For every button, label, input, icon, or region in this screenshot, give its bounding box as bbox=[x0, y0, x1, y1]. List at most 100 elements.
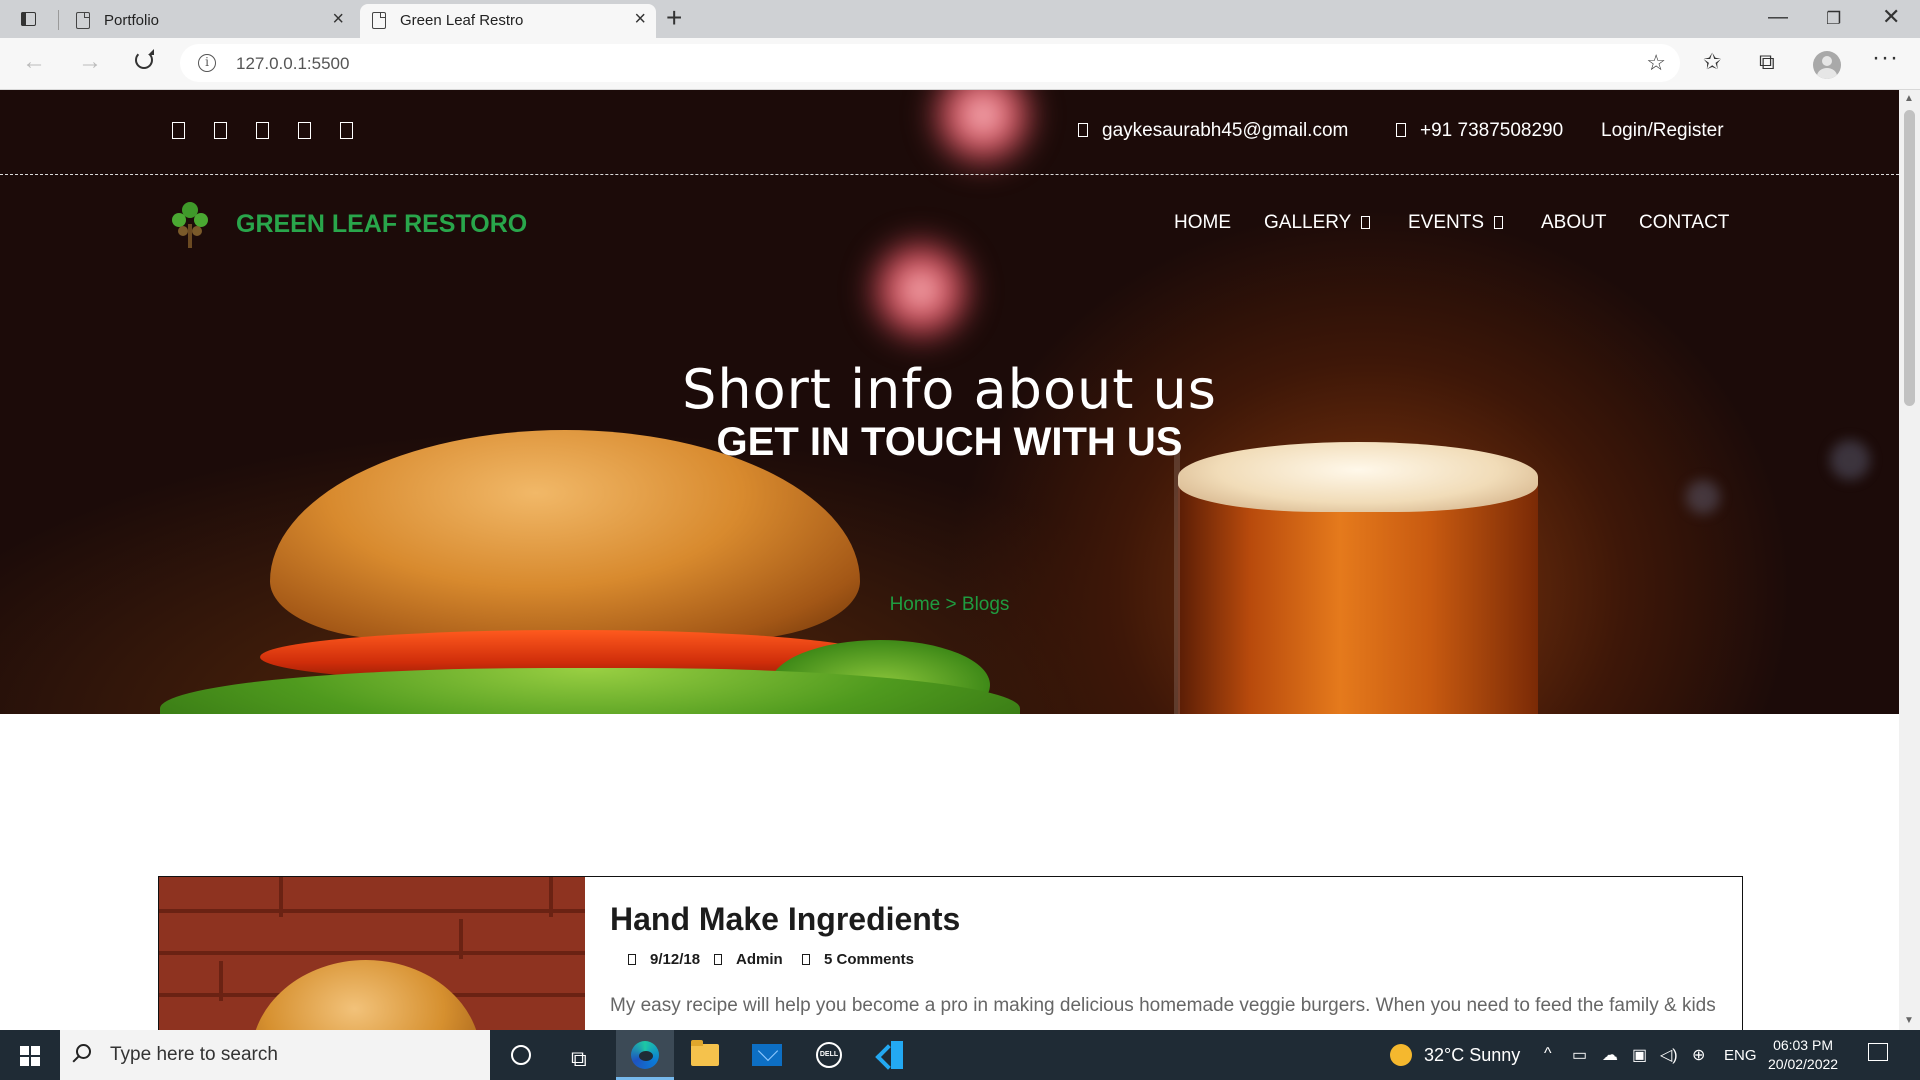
windows-start-icon[interactable] bbox=[20, 1046, 40, 1066]
battery-icon[interactable]: ▭ bbox=[1572, 1045, 1587, 1065]
twitter-icon[interactable] bbox=[214, 122, 227, 139]
mail-icon bbox=[752, 1044, 782, 1066]
address-bar: ← → i 127.0.0.1:5500 ☆ ✩ ⧉ ··· bbox=[0, 38, 1920, 90]
language-indicator[interactable]: ENG bbox=[1724, 1047, 1757, 1064]
nav-events-label[interactable]: EVENTS bbox=[1408, 212, 1484, 233]
nav-events[interactable]: EVENTS bbox=[1408, 212, 1504, 234]
scroll-up-icon[interactable]: ▲ bbox=[1904, 93, 1914, 104]
phone-link[interactable]: +91 7387508290 bbox=[1396, 120, 1563, 142]
onedrive-icon[interactable]: ☁ bbox=[1602, 1045, 1618, 1065]
tab-actions-icon[interactable] bbox=[18, 9, 38, 29]
site-info-icon[interactable]: i bbox=[198, 54, 216, 72]
restore-icon[interactable]: ❐ bbox=[1826, 9, 1841, 29]
nav-contact[interactable]: CONTACT bbox=[1639, 212, 1729, 234]
network-icon[interactable]: ⊕ bbox=[1692, 1045, 1705, 1065]
folder-icon bbox=[691, 1040, 719, 1066]
chevron-down-icon bbox=[1361, 216, 1371, 229]
mail-taskbar-app[interactable] bbox=[738, 1030, 796, 1080]
nav-about[interactable]: ABOUT bbox=[1541, 212, 1606, 234]
nav-gallery-label[interactable]: GALLERY bbox=[1264, 212, 1351, 233]
post-author-text[interactable]: Admin bbox=[736, 951, 783, 968]
dell-taskbar-app[interactable]: DELL bbox=[800, 1030, 858, 1080]
tab-title: Green Leaf Restro bbox=[400, 12, 524, 29]
dell-icon: DELL bbox=[816, 1042, 842, 1068]
edge-icon bbox=[631, 1041, 659, 1069]
notification-icon[interactable] bbox=[1868, 1043, 1888, 1061]
post-comments[interactable]: 5 Comments bbox=[802, 951, 914, 968]
close-tab-icon[interactable]: × bbox=[332, 8, 344, 31]
calendar-icon bbox=[628, 954, 636, 965]
scrollbar-thumb[interactable] bbox=[1904, 110, 1915, 406]
breadcrumb[interactable]: Home > Blogs bbox=[0, 594, 1899, 616]
windows-taskbar: Type here to search ⧉ DELL 32°C Sunny ^ … bbox=[0, 1030, 1920, 1080]
nav-gallery[interactable]: GALLERY bbox=[1264, 212, 1371, 234]
clock-time: 06:03 PM bbox=[1773, 1037, 1833, 1053]
hero-subtitle: GET IN TOUCH WITH US bbox=[716, 420, 1183, 464]
tab-separator bbox=[58, 10, 59, 30]
login-register-link[interactable]: Login/Register bbox=[1601, 120, 1724, 142]
blog-post-image[interactable] bbox=[159, 877, 585, 1030]
lamp-light bbox=[866, 235, 976, 345]
lamp-light bbox=[928, 90, 1038, 170]
email-text[interactable]: gaykesaurabh45@gmail.com bbox=[1102, 120, 1348, 141]
close-window-icon[interactable]: ✕ bbox=[1882, 4, 1900, 30]
page-icon bbox=[372, 12, 386, 29]
search-placeholder[interactable]: Type here to search bbox=[110, 1044, 278, 1066]
edge-taskbar-app[interactable] bbox=[616, 1030, 674, 1080]
social-links bbox=[172, 122, 353, 139]
comment-icon bbox=[802, 954, 810, 965]
post-date: 9/12/18 bbox=[628, 951, 700, 968]
url-field[interactable]: i 127.0.0.1:5500 ☆ bbox=[180, 44, 1680, 82]
chevron-up-icon[interactable]: ^ bbox=[1544, 1045, 1552, 1063]
linkedin-icon[interactable] bbox=[256, 122, 269, 139]
blog-post-card: Hand Make Ingredients 9/12/18 Admin 5 Co… bbox=[158, 876, 1743, 1030]
browser-tab-bar: Portfolio × Green Leaf Restro × + — ❐ ✕ bbox=[0, 0, 1920, 38]
vscode-taskbar-app[interactable] bbox=[862, 1030, 920, 1080]
favorites-icon[interactable]: ✩ bbox=[1703, 49, 1721, 75]
close-tab-icon[interactable]: × bbox=[634, 8, 646, 31]
profile-avatar[interactable] bbox=[1813, 51, 1841, 79]
tree-logo-icon[interactable] bbox=[168, 198, 212, 250]
phone-text[interactable]: +91 7387508290 bbox=[1420, 120, 1563, 141]
facebook-icon[interactable] bbox=[172, 122, 185, 139]
bokeh-light bbox=[1686, 480, 1720, 514]
taskbar-clock[interactable]: 06:03 PM 20/02/2022 bbox=[1768, 1036, 1838, 1074]
instagram-icon[interactable] bbox=[298, 122, 311, 139]
volume-icon[interactable]: ◁) bbox=[1660, 1045, 1678, 1065]
weather-text[interactable]: 32°C Sunny bbox=[1424, 1045, 1520, 1066]
taskbar-search[interactable]: Type here to search bbox=[60, 1030, 490, 1080]
pinterest-icon[interactable] bbox=[340, 122, 353, 139]
sun-icon[interactable] bbox=[1390, 1044, 1412, 1066]
page-viewport: gaykesaurabh45@gmail.com +91 7387508290 … bbox=[0, 90, 1899, 1030]
hero-banner: gaykesaurabh45@gmail.com +91 7387508290 … bbox=[0, 90, 1899, 714]
page-scrollbar[interactable]: ▲ ▼ bbox=[1899, 90, 1920, 1030]
collections-icon[interactable]: ⧉ bbox=[1759, 49, 1775, 75]
tab-green-leaf-restro[interactable]: Green Leaf Restro × bbox=[360, 4, 656, 38]
url-text[interactable]: 127.0.0.1:5500 bbox=[236, 54, 349, 74]
more-options-icon[interactable]: ··· bbox=[1872, 44, 1899, 72]
new-tab-button[interactable]: + bbox=[666, 2, 682, 34]
file-explorer-taskbar-app[interactable] bbox=[676, 1030, 734, 1080]
post-comments-text[interactable]: 5 Comments bbox=[824, 951, 914, 968]
hero-title: Short info about us bbox=[682, 358, 1217, 421]
email-link[interactable]: gaykesaurabh45@gmail.com bbox=[1078, 120, 1348, 142]
phone-icon bbox=[1396, 123, 1406, 137]
add-favorite-icon[interactable]: ☆ bbox=[1646, 50, 1666, 76]
tab-portfolio[interactable]: Portfolio × bbox=[64, 4, 354, 38]
cortana-icon[interactable] bbox=[511, 1045, 531, 1065]
header-divider bbox=[0, 174, 1899, 175]
device-icon[interactable]: ▣ bbox=[1632, 1045, 1647, 1065]
scroll-down-icon[interactable]: ▼ bbox=[1904, 1015, 1914, 1026]
blog-post-excerpt: My easy recipe will help you become a pr… bbox=[610, 995, 1716, 1016]
envelope-icon bbox=[1078, 123, 1088, 137]
back-icon[interactable]: ← bbox=[22, 48, 46, 76]
brand-name[interactable]: GREEN LEAF RESTORO bbox=[236, 210, 527, 239]
chevron-down-icon bbox=[1494, 216, 1504, 229]
reload-icon[interactable] bbox=[132, 48, 156, 72]
blog-post-title[interactable]: Hand Make Ingredients bbox=[610, 901, 960, 938]
post-author[interactable]: Admin bbox=[714, 951, 783, 968]
task-view-icon[interactable]: ⧉ bbox=[571, 1046, 587, 1072]
forward-icon[interactable]: → bbox=[78, 48, 102, 76]
nav-home[interactable]: HOME bbox=[1174, 212, 1231, 234]
minimize-icon[interactable]: — bbox=[1768, 6, 1788, 29]
